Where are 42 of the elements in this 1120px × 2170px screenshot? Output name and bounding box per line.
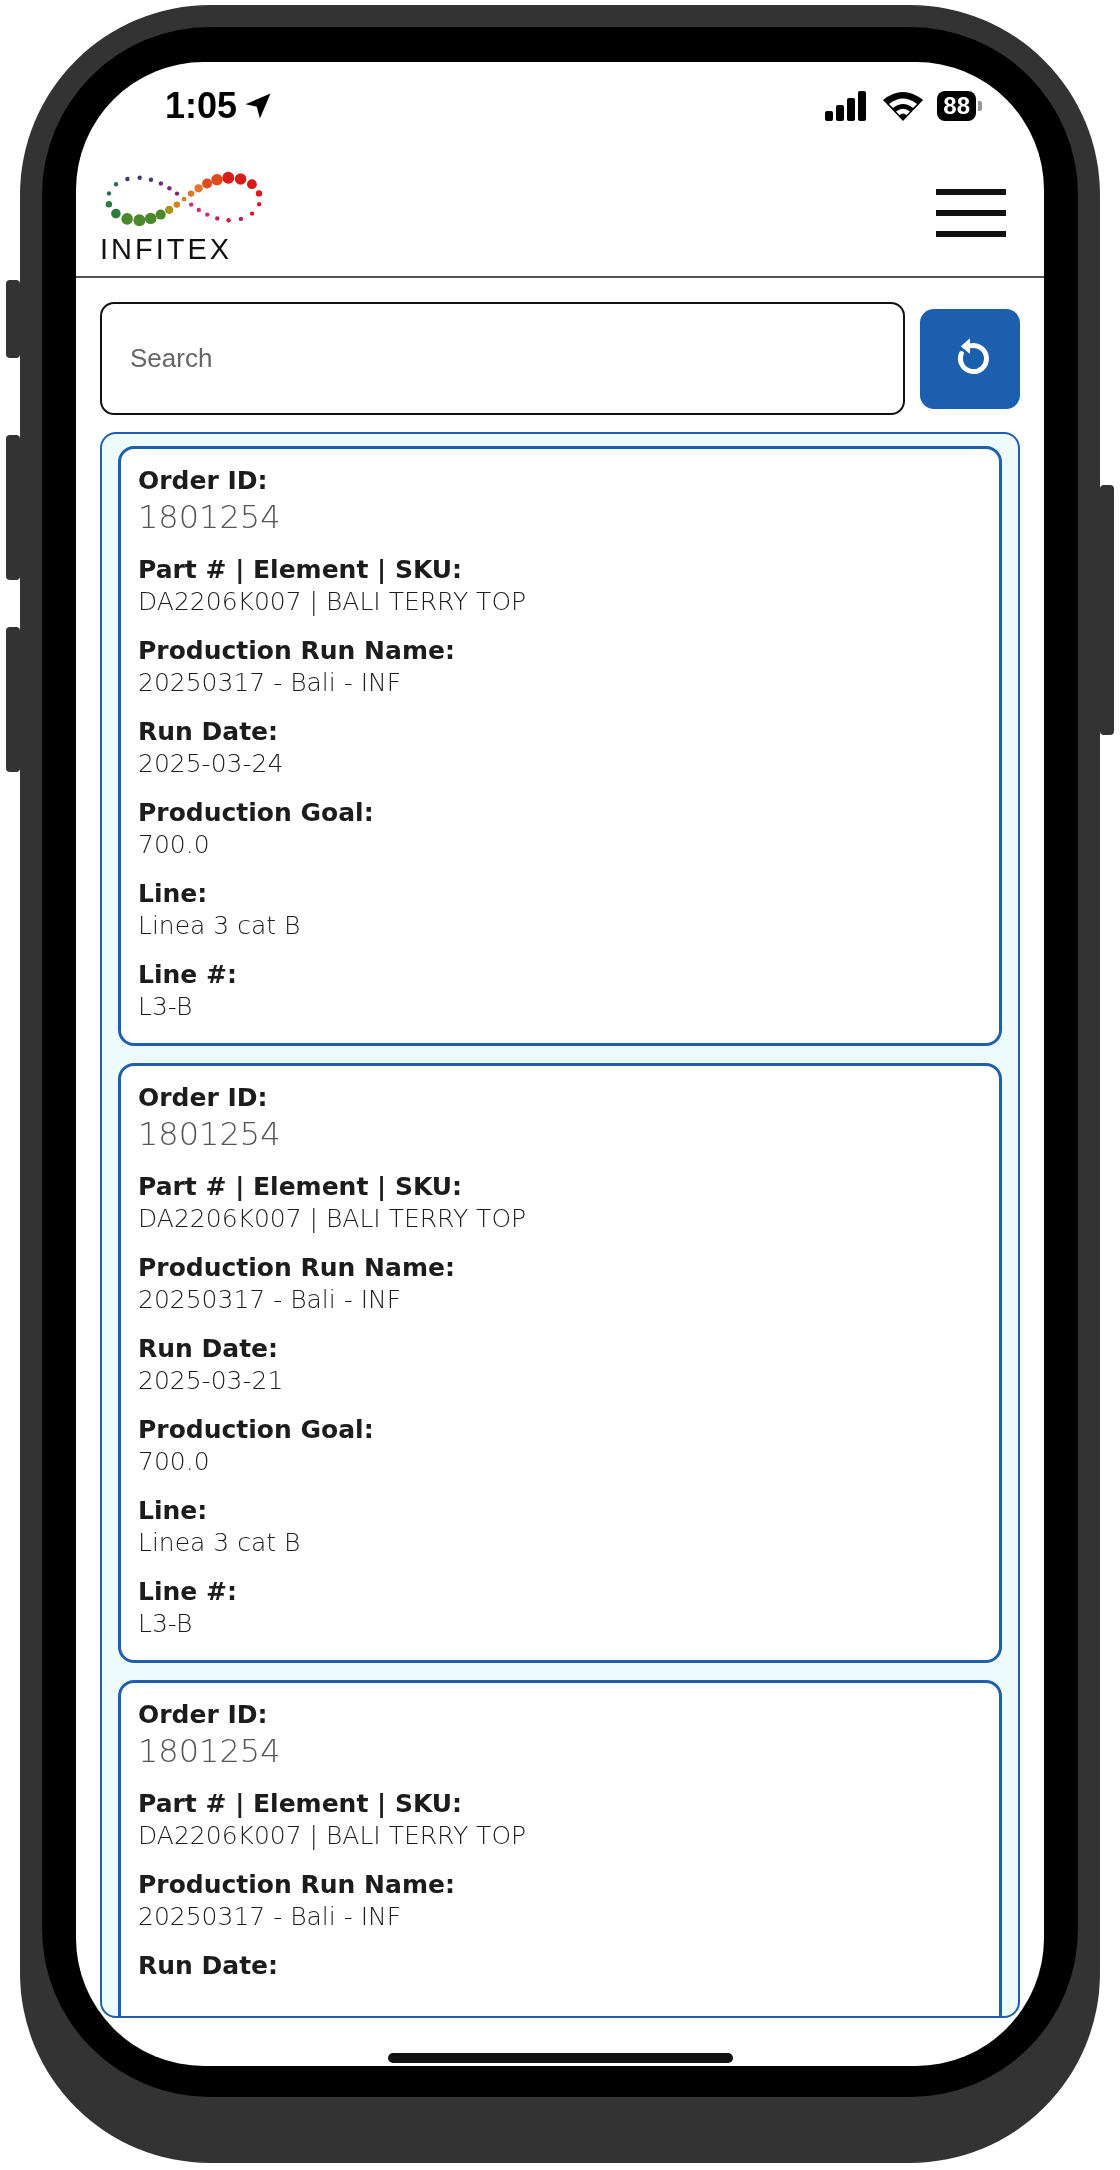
field-value: 2025-03-24 bbox=[138, 748, 285, 780]
status-time: 1:05 bbox=[165, 85, 238, 127]
field-value: 20250317 - Bali - INF bbox=[138, 667, 403, 699]
field-value: 20250317 - Bali - INF bbox=[138, 1284, 403, 1316]
field-label: Part # | Element | SKU: bbox=[138, 1788, 464, 1820]
field-value: L3-B bbox=[138, 1608, 194, 1640]
field-label: Line: bbox=[138, 1495, 209, 1527]
field-label: Line #: bbox=[138, 1576, 238, 1608]
field-label: Order ID: bbox=[138, 1082, 269, 1114]
field-label: Order ID: bbox=[138, 465, 269, 497]
menu-button[interactable] bbox=[936, 189, 1006, 237]
field-label: Run Date: bbox=[138, 1333, 280, 1365]
wifi-icon bbox=[883, 91, 924, 121]
order-id-value: 1801254 bbox=[138, 1114, 282, 1154]
field-label: Production Run Name: bbox=[138, 635, 456, 667]
field-value: DA2206K007 | BALI TERRY TOP bbox=[138, 1820, 528, 1852]
field-value: 700.0 bbox=[138, 829, 211, 861]
field-value: Linea 3 cat B bbox=[138, 910, 302, 942]
field-label: Production Goal: bbox=[138, 797, 375, 829]
field-value: 20250317 - Bali - INF bbox=[138, 1901, 403, 1933]
field-label: Part # | Element | SKU: bbox=[138, 1171, 464, 1203]
field-label: Line: bbox=[138, 878, 209, 910]
field-label: Order ID: bbox=[138, 1699, 269, 1731]
order-id-value: 1801254 bbox=[138, 1731, 282, 1771]
field-value: L3-B bbox=[138, 991, 194, 1023]
field-label: Run Date: bbox=[138, 1950, 280, 1982]
search-field[interactable]: Search bbox=[100, 302, 905, 415]
logo-text: INFITEX bbox=[100, 234, 233, 264]
field-value: DA2206K007 | BALI TERRY TOP bbox=[138, 586, 528, 618]
field-label: Production Goal: bbox=[138, 1414, 375, 1446]
field-label: Run Date: bbox=[138, 716, 280, 748]
field-value: Linea 3 cat B bbox=[138, 1527, 302, 1559]
field-label: Part # | Element | SKU: bbox=[138, 554, 464, 586]
refresh-button[interactable] bbox=[920, 308, 1020, 409]
field-value: DA2206K007 | BALI TERRY TOP bbox=[138, 1203, 528, 1235]
field-value: 2025-03-21 bbox=[138, 1365, 285, 1397]
field-label: Production Run Name: bbox=[138, 1252, 456, 1284]
battery-level: 88 bbox=[937, 91, 976, 121]
field-value: 700.0 bbox=[138, 1446, 211, 1478]
order-id-value: 1801254 bbox=[138, 497, 282, 537]
field-label: Production Run Name: bbox=[138, 1869, 456, 1901]
field-label: Line #: bbox=[138, 959, 238, 991]
